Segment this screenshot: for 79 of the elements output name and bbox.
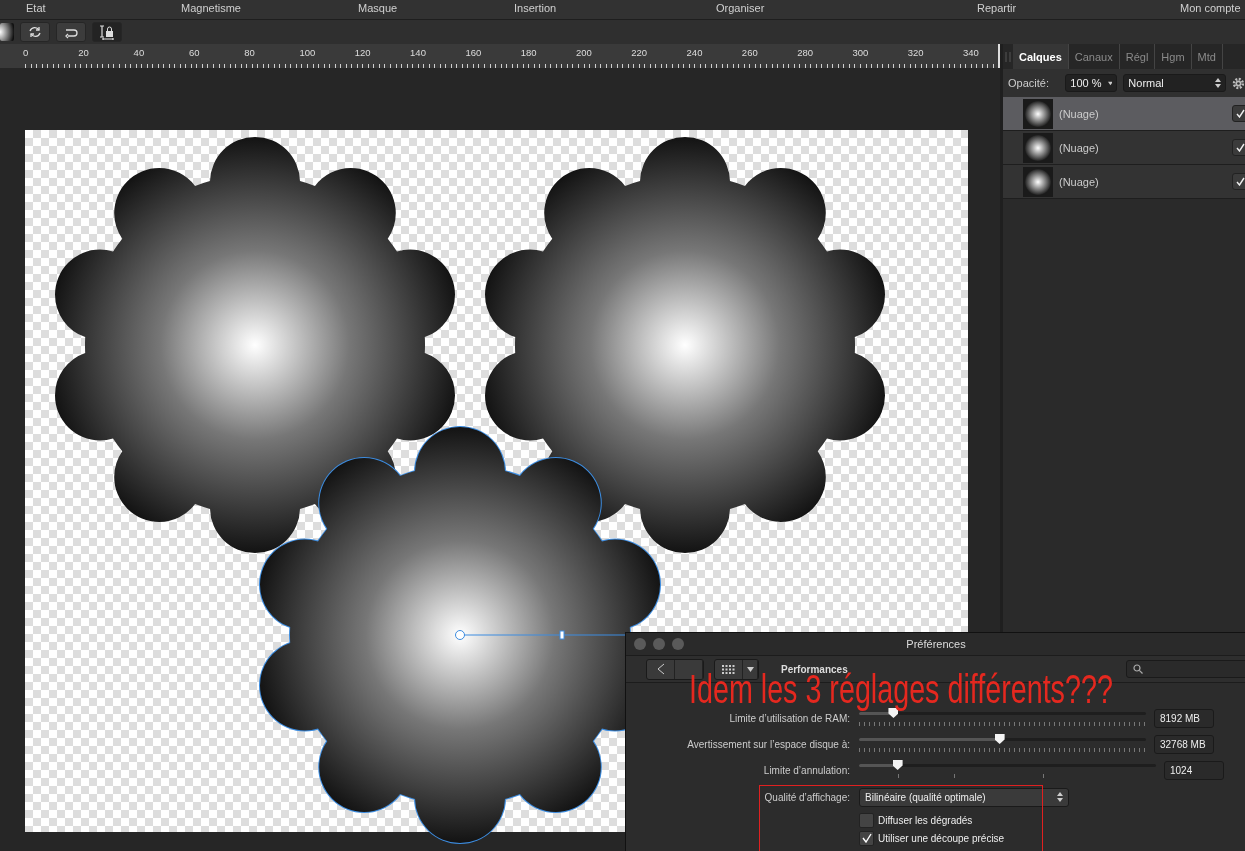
visibility-checkbox[interactable] (1232, 139, 1245, 156)
value-field[interactable]: 32768 MB (1154, 734, 1214, 754)
ruler-label: 320 (906, 46, 925, 60)
menu-item[interactable]: Masque (358, 2, 398, 14)
menu-item[interactable]: Repartir (977, 2, 1017, 14)
ruler-label: 120 (353, 46, 372, 60)
checkbox-label[interactable]: Diffuser les dégradés (878, 814, 973, 826)
ruler-label: 40 (132, 46, 146, 60)
slider-thumb[interactable] (994, 734, 1005, 744)
layer-name: (Nuage) (1059, 141, 1100, 154)
rotate-icon (27, 24, 43, 40)
setting-label: Limite d’annulation: (763, 764, 850, 776)
menu-item[interactable]: Insertion (514, 2, 557, 14)
ruler-label: 260 (740, 46, 759, 60)
layer-row[interactable]: (Nuage) (1003, 165, 1245, 199)
opacity-label: Opacité: (1008, 77, 1050, 89)
setting-label: Qualité d’affichage: (764, 791, 850, 803)
checkbox-label[interactable]: Utiliser une découpe précise (878, 832, 1005, 844)
check-icon (1236, 177, 1245, 186)
text-lock-icon (99, 24, 115, 40)
ruler-label: 60 (187, 46, 201, 60)
checkbox[interactable] (859, 812, 874, 828)
back-icon (656, 663, 665, 675)
layer-thumbnail (1023, 98, 1053, 129)
menu-item[interactable]: Organiser (716, 2, 765, 14)
slider[interactable] (859, 733, 1146, 755)
ruler-label: 220 (630, 46, 649, 60)
layer-thumbnail (1023, 132, 1053, 163)
toolbar-button[interactable] (92, 22, 122, 42)
ruler-label: 160 (464, 46, 483, 60)
ruler-label: 240 (685, 46, 704, 60)
search-field[interactable] (1126, 660, 1245, 678)
ruler-label: 140 (409, 46, 427, 60)
visibility-checkbox[interactable] (1232, 173, 1245, 190)
gradient-swatch-icon[interactable] (0, 23, 14, 41)
check-icon (1236, 143, 1245, 152)
stepper-arrows-icon (1215, 78, 1222, 88)
check-icon (1236, 109, 1245, 118)
value-field[interactable]: 8192 MB (1154, 708, 1214, 728)
opacity-field[interactable]: 100 % (1065, 74, 1118, 92)
menu-item[interactable]: Etat (26, 2, 46, 14)
ruler-label: 280 (796, 46, 814, 60)
stepper-arrows-icon (1057, 792, 1063, 802)
search-icon (1133, 664, 1143, 674)
menu-item[interactable]: Magnetisme (181, 2, 241, 14)
menu-item[interactable]: Mon compte (1180, 2, 1241, 14)
layer-row[interactable]: (Nuage) (1003, 97, 1245, 131)
setting-label: Limite d’utilisation de RAM: (729, 712, 850, 724)
visibility-checkbox[interactable] (1232, 105, 1245, 122)
blend-mode-select[interactable]: Normal (1123, 74, 1227, 92)
slider-thumb[interactable] (892, 760, 903, 770)
slider[interactable] (859, 759, 1156, 781)
toolbar-button[interactable] (56, 22, 86, 42)
check-icon (861, 833, 872, 843)
ruler-label: 200 (574, 46, 593, 60)
layer-name: (Nuage) (1059, 175, 1100, 188)
ruler-label: 300 (851, 46, 870, 60)
grid-icon (722, 664, 735, 674)
ruler-label: 20 (77, 46, 90, 60)
toolbar-button[interactable] (20, 22, 50, 42)
ruler-label: 340 (962, 46, 980, 60)
ruler-label: 100 (298, 46, 317, 60)
panel-tab[interactable]: Calques (1013, 44, 1069, 69)
dropdown-arrow-icon (1107, 80, 1113, 86)
window-title: Préférences (906, 638, 966, 650)
section-title: Performances (781, 663, 848, 675)
value-field[interactable]: 1024 (1164, 760, 1224, 780)
layer-row[interactable]: (Nuage) (1003, 131, 1245, 165)
settings-icon[interactable] (1232, 76, 1245, 90)
ruler-label: 180 (519, 46, 538, 60)
ruler-label: 0 (22, 46, 30, 60)
layer-name: (Nuage) (1059, 107, 1100, 120)
grip-icon (1003, 50, 1013, 63)
dropdown-arrow-icon (746, 666, 754, 672)
quality-select[interactable]: Bilinéaire (qualité optimale) (859, 787, 1069, 807)
ruler-label: 80 (243, 46, 256, 60)
checkbox[interactable] (859, 830, 874, 846)
layer-thumbnail (1023, 166, 1053, 197)
setting-label: Avertissement sur l’espace disque à: (687, 738, 850, 750)
